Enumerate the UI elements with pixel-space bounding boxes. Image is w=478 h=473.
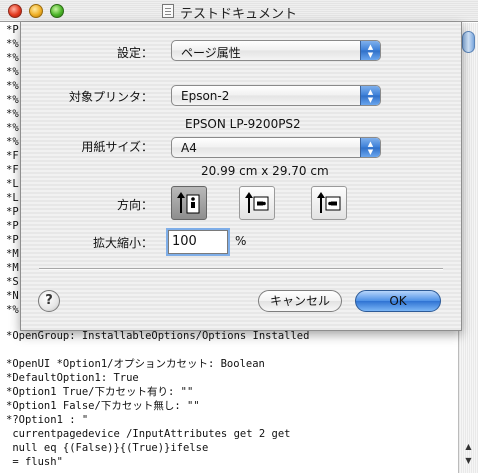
settings-popup-value: ページ属性 — [181, 46, 241, 60]
help-button[interactable]: ? — [38, 290, 60, 312]
popup-arrows-icon: ▲ ▼ — [360, 138, 380, 157]
document-fragment-line: *L — [6, 178, 19, 190]
landscape-orientation-icon — [245, 192, 269, 213]
document-fragment-line: *% — [6, 94, 19, 106]
ok-button[interactable]: OK — [355, 290, 441, 312]
document-text-line: *Option1 False/下カセット無し: "" — [6, 400, 200, 412]
printer-popup[interactable]: Epson-2 ▲ ▼ — [171, 85, 381, 106]
scale-unit: % — [235, 234, 247, 248]
document-fragment-line: *% — [6, 38, 19, 50]
popup-arrows-icon: ▲ ▼ — [360, 41, 380, 60]
minimize-window-icon[interactable] — [29, 4, 43, 18]
document-fragment-line: *% — [6, 52, 19, 64]
document-fragment-line: *P — [6, 220, 19, 232]
orientation-reverse-landscape-button[interactable] — [311, 186, 347, 220]
window-titlebar[interactable]: テストドキュメント — [0, 0, 478, 22]
document-fragment-line: *F — [6, 164, 19, 176]
document-fragment-line: *N — [6, 290, 19, 302]
page-setup-sheet: 設定： ページ属性 ▲ ▼ 対象プリンタ： Epson-2 ▲ ▼ EPSON LP… — [20, 22, 462, 331]
printer-popup-value: Epson-2 — [181, 89, 230, 103]
document-text-line: *OpenUI *Option1/オプションカセット: Boolean — [6, 358, 265, 370]
scale-label: 拡大縮小： — [92, 236, 153, 250]
cancel-button[interactable]: キャンセル — [258, 290, 342, 312]
document-text-line: *DefaultOption1: True — [6, 372, 139, 384]
scale-input[interactable]: 100 — [168, 230, 228, 254]
separator — [39, 268, 443, 269]
reverse-landscape-orientation-icon — [317, 192, 341, 213]
window-title: テストドキュメント — [180, 7, 298, 22]
document-text-line: *OpenGroup: InstallableOptions/Options I… — [6, 330, 310, 342]
portrait-orientation-icon — [177, 192, 200, 214]
printer-description: EPSON LP-9200PS2 — [185, 117, 301, 131]
settings-popup[interactable]: ページ属性 ▲ ▼ — [171, 40, 381, 61]
orientation-label: 方向： — [116, 198, 153, 212]
document-fragment-line: *% — [6, 304, 19, 316]
document-text-line: *Option1 True/下カセット有り: "" — [6, 386, 194, 398]
document-fragment-line: *F — [6, 150, 19, 162]
orientation-portrait-button[interactable] — [171, 186, 207, 220]
document-icon — [162, 4, 174, 18]
document-text-line: = flush" — [6, 456, 63, 468]
paper-size-label: 用紙サイズ： — [81, 140, 153, 154]
settings-label: 設定： — [116, 46, 153, 60]
popup-arrows-icon: ▲ ▼ — [360, 86, 380, 105]
document-fragment-line: *P — [6, 234, 19, 246]
document-fragment-line: *% — [6, 136, 19, 148]
paper-dimensions: 20.99 cm x 29.70 cm — [201, 164, 329, 178]
scroll-down-arrow-icon[interactable]: ▼ — [462, 455, 475, 467]
document-fragment-line: *L — [6, 192, 19, 204]
document-fragment-line: *M — [6, 248, 19, 260]
document-fragment-line: *% — [6, 80, 19, 92]
orientation-landscape-button[interactable] — [239, 186, 275, 220]
scrollbar-thumb[interactable] — [462, 31, 475, 53]
close-window-icon[interactable] — [8, 4, 22, 18]
printer-label: 対象プリンタ： — [68, 90, 153, 104]
document-text-line: currentpagedevice /InputAttributes get 2… — [6, 428, 291, 440]
document-fragment-line: *M — [6, 262, 19, 274]
scroll-up-arrow-icon[interactable]: ▲ — [462, 441, 475, 453]
zoom-window-icon[interactable] — [50, 4, 64, 18]
paper-size-popup[interactable]: A4 ▲ ▼ — [171, 137, 381, 158]
paper-size-popup-value: A4 — [181, 141, 197, 155]
document-text-line: *?Option1 : " — [6, 414, 89, 426]
document-fragment-line: *% — [6, 108, 19, 120]
document-fragment-line: *% — [6, 66, 19, 78]
document-fragment-line: *P — [6, 206, 19, 218]
document-fragment-line: *% — [6, 122, 19, 134]
document-text-line: null eq {(False)}{(True)}ifelse — [6, 442, 209, 454]
document-fragment-line: *S — [6, 276, 19, 288]
document-fragment-line: *P — [6, 24, 19, 36]
